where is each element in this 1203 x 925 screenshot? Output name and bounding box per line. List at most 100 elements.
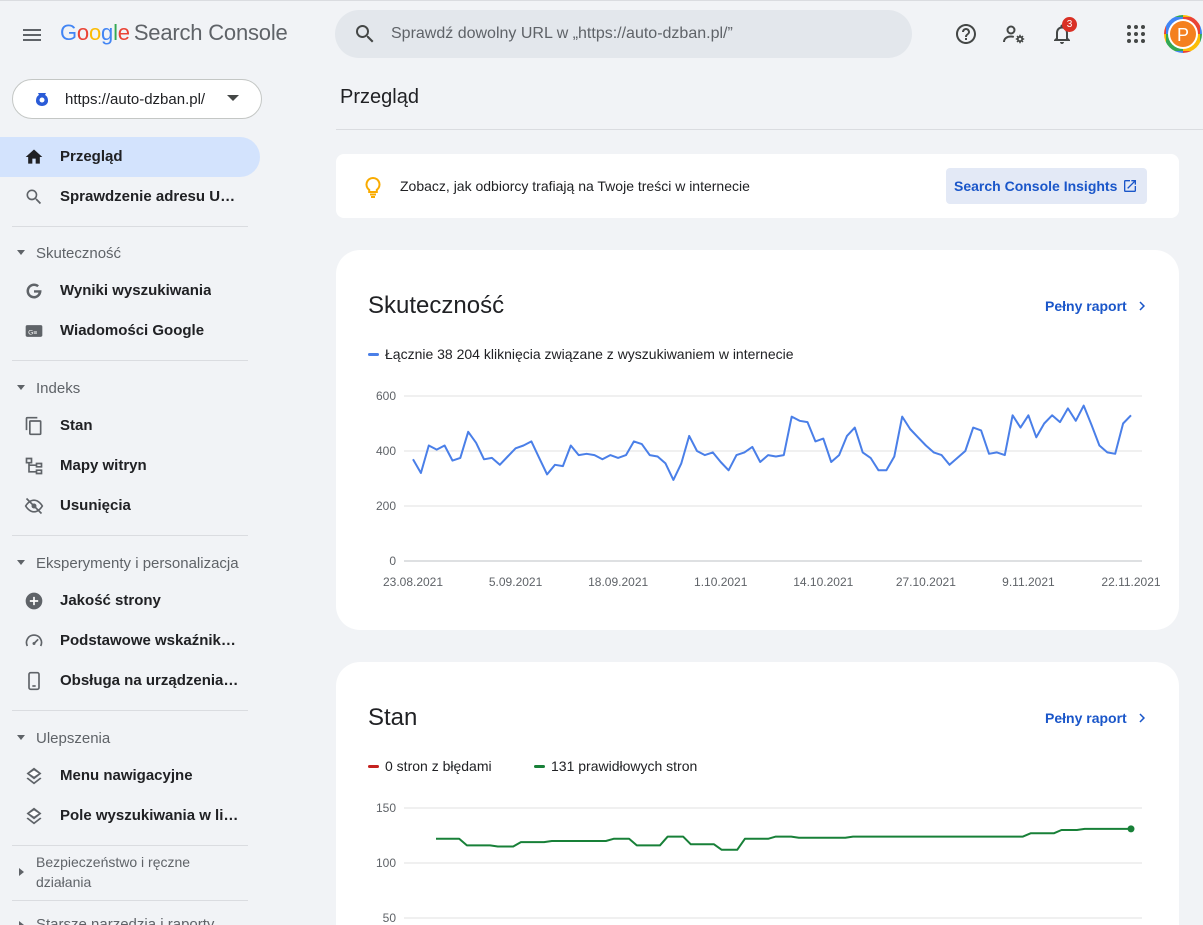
coverage-chart: 150 100 50 [376, 801, 1142, 925]
insights-button-label: Search Console Insights [954, 178, 1118, 194]
y-tick-label: 100 [376, 856, 396, 870]
sidebar-section-header[interactable]: Skuteczność [0, 237, 260, 267]
sidebar-item[interactable]: Stan [0, 406, 260, 446]
sidebar-section-label: Skuteczność [36, 245, 122, 262]
legend-label: Łącznie 38 204 kliknięcia związane z wys… [385, 346, 794, 362]
sidebar-item[interactable]: Jakość strony [0, 581, 260, 621]
notification-count-badge: 3 [1062, 17, 1077, 32]
logo-letter: G [60, 20, 77, 45]
user-settings-icon[interactable] [1002, 22, 1026, 46]
chevron-right-icon [1139, 713, 1145, 723]
full-report-label: Pełny raport [1045, 298, 1127, 314]
sidebar-item[interactable]: Sprawdzenie adresu URL [0, 177, 260, 217]
sidebar-item-label: Pole wyszukiwania w lin... [60, 807, 240, 824]
legend-label: 131 prawidłowych stron [551, 758, 698, 774]
sidebar-item-label: Podstawowe wskaźniki i... [60, 632, 240, 649]
insights-text: Zobacz, jak odbiorcy trafiają na Twoje t… [400, 178, 750, 194]
sidebar-item[interactable]: Podstawowe wskaźniki i... [0, 621, 260, 661]
sidebar-section-header[interactable]: Indeks [0, 372, 260, 402]
sidebar-item[interactable]: Pole wyszukiwania w lin... [0, 796, 260, 836]
home-icon [25, 149, 43, 164]
sidebar-item[interactable]: G≡ Wiadomości Google [0, 311, 260, 351]
lightbulb-icon [365, 176, 381, 198]
coverage-full-report-link[interactable]: Pełny raport [1045, 709, 1151, 727]
url-inspection-search[interactable] [335, 10, 912, 58]
series-line [436, 827, 1131, 851]
x-tick-label: 9.11.2021 [1002, 575, 1055, 589]
search-input[interactable] [391, 10, 891, 58]
sidebar-section-header[interactable]: Starsze narzędzia i raporty [0, 912, 260, 925]
sidebar-item[interactable]: Menu nawigacyjne [0, 756, 260, 796]
x-tick-label: 14.10.2021 [793, 575, 853, 589]
sidebar-item-label: Usunięcia [60, 497, 131, 514]
coverage-card: Stan Pełny raport 0 stron z błędami 131 … [336, 662, 1179, 925]
apps-grid-icon[interactable] [1124, 22, 1148, 46]
sidebar-section-label: Indeks [36, 380, 81, 397]
y-tick-label: 150 [376, 801, 396, 815]
collapse-arrow-icon [17, 250, 25, 255]
x-tick-label: 5.09.2021 [489, 575, 543, 589]
x-tick-label: 22.11.2021 [1101, 575, 1160, 589]
sidebar-item[interactable]: Wyniki wyszukiwania [0, 271, 260, 311]
logo-letter: e [117, 20, 130, 45]
y-tick-label: 200 [376, 499, 396, 513]
help-icon[interactable] [954, 22, 978, 46]
property-url: https://auto-dzban.pl/ [65, 91, 206, 108]
sidebar-section-header[interactable]: Bezpieczeństwo i ręczne działania [0, 852, 260, 896]
layers-icon [26, 767, 42, 785]
search-icon [26, 189, 42, 205]
legend-label: 0 stron z błędami [385, 758, 492, 774]
performance-card: Skuteczność Pełny raport Łącznie 38 204 … [336, 250, 1179, 630]
title-divider [336, 129, 1203, 130]
sidebar-item[interactable]: Przegląd [0, 137, 260, 177]
search-icon [356, 25, 374, 43]
collapse-arrow-icon [17, 735, 25, 740]
legend-swatch [368, 765, 379, 768]
search-console-insights-button[interactable]: Search Console Insights [946, 168, 1147, 204]
sidebar-item-label: Wiadomości Google [60, 322, 205, 339]
sidebar-item-label: Menu nawigacyjne [60, 767, 193, 784]
phone-icon [28, 671, 40, 691]
sidebar-section-label: Bezpieczeństwo i ręczne działania [36, 854, 191, 890]
full-report-label: Pełny raport [1045, 710, 1127, 726]
google-search-console-logo[interactable]: Google Search Console [60, 20, 288, 46]
sidebar-item-label: Mapy witryn [60, 457, 147, 474]
expand-arrow-icon [19, 921, 24, 925]
series-end-point [1127, 825, 1135, 833]
page-title: Przegląd [340, 86, 419, 108]
y-tick-label: 600 [376, 389, 396, 403]
sidebar-section-header[interactable]: Eksperymenty i personalizacja [0, 547, 260, 577]
eye-off-icon [24, 497, 44, 515]
site-favicon-icon [36, 93, 48, 106]
collapse-arrow-icon [17, 385, 25, 390]
avatar-letter: P [1170, 21, 1196, 47]
expand-arrow-icon [19, 868, 24, 876]
sidebar-item-label: Stan [60, 417, 93, 434]
y-tick-label: 0 [389, 554, 396, 568]
sidebar-divider [12, 226, 248, 227]
hamburger-menu-icon[interactable] [20, 23, 44, 47]
sidebar-divider [12, 845, 248, 846]
logo-letter: o [88, 20, 102, 45]
insights-banner: Zobacz, jak odbiorcy trafiają na Twoje t… [336, 154, 1179, 218]
performance-card-title: Skuteczność [368, 292, 505, 319]
news-icon: G≡ [25, 325, 43, 337]
x-tick-label: 23.08.2021 [383, 575, 443, 589]
property-selector[interactable]: https://auto-dzban.pl/ [12, 79, 262, 119]
sidebar-section-label: Ulepszenia [36, 730, 111, 747]
performance-full-report-link[interactable]: Pełny raport [1045, 297, 1151, 315]
sidebar-section-label: Starsze narzędzia i raporty [36, 916, 215, 925]
sidebar-item-label: Wyniki wyszukiwania [60, 282, 212, 299]
sidebar-item[interactable]: Mapy witryn [0, 446, 260, 486]
sitemap-icon [25, 457, 43, 475]
speedometer-icon [25, 634, 43, 647]
open-in-new-icon [1124, 180, 1136, 192]
legend-valid-pages: 131 prawidłowych stron [534, 758, 697, 774]
avatar-ring: P [1168, 19, 1198, 49]
account-avatar[interactable]: P [1164, 15, 1202, 53]
sidebar-divider [12, 360, 248, 361]
google-g-icon [26, 283, 42, 299]
sidebar-item[interactable]: Usunięcia [0, 486, 260, 526]
sidebar-item[interactable]: Obsługa na urządzeniac... [0, 661, 260, 701]
sidebar-section-header[interactable]: Ulepszenia [0, 722, 260, 752]
